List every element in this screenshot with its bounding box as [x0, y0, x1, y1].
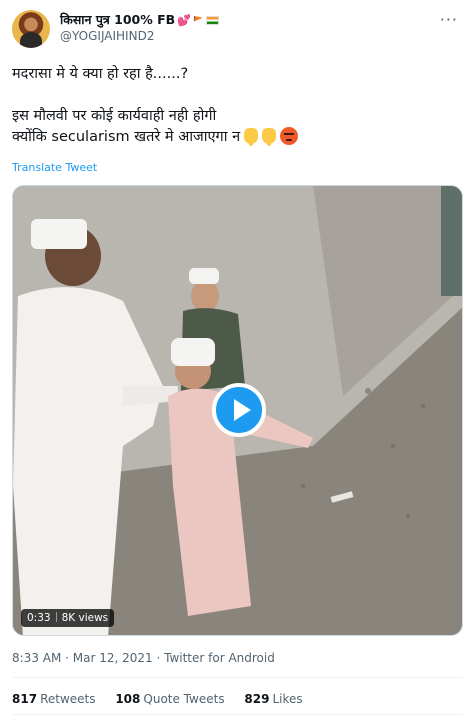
- heart-emoji-icon: 💕: [177, 14, 191, 27]
- retweets-count: 817: [12, 692, 38, 706]
- quote-tweets-stat[interactable]: 108 Quote Tweets: [115, 692, 224, 706]
- tweet-timestamp[interactable]: 8:33 AM · Mar 12, 2021 · Twitter for And…: [12, 651, 275, 665]
- more-dots-icon[interactable]: ···: [440, 10, 458, 29]
- play-icon[interactable]: [212, 383, 266, 437]
- likes-count: 829: [244, 692, 270, 706]
- video-meta: 0:33 8K views: [21, 609, 115, 627]
- tweet-text-line-content: क्योंकि secularism खतरे मे आजाएगा न: [12, 129, 241, 145]
- translate-tweet-link[interactable]: Translate Tweet: [12, 161, 97, 174]
- tweet-text-line: इस मौलवी पर कोई कार्यवाही नही होगी: [12, 108, 217, 124]
- quote-tweets-count: 108: [115, 692, 141, 706]
- likes-label: Likes: [272, 692, 303, 706]
- avatar[interactable]: [12, 10, 50, 48]
- pointing-down-emoji-icon: [244, 128, 259, 146]
- tweet-stats: 817 Retweets 108 Quote Tweets 829 Likes: [12, 692, 319, 706]
- video-player[interactable]: 0:33 8K views: [12, 185, 463, 636]
- quote-tweets-label: Quote Tweets: [143, 692, 225, 706]
- display-name[interactable]: किसान पुत्र 100% FB 💕: [60, 11, 219, 28]
- tweet-text-line: मदरासा मे ये क्या हो रहा है......?: [12, 66, 189, 82]
- divider: [12, 714, 463, 715]
- pouting-face-emoji-icon: [280, 127, 299, 145]
- video-duration: 0:33: [27, 612, 51, 624]
- likes-stat[interactable]: 829 Likes: [244, 692, 302, 706]
- divider: [12, 677, 463, 678]
- retweets-label: Retweets: [40, 692, 96, 706]
- india-flag-icon: [205, 16, 219, 25]
- tweet-header: किसान पुत्र 100% FB 💕 @YOGIJAIHIND2 ···: [12, 10, 462, 50]
- pointing-down-emoji-icon: [262, 128, 277, 146]
- video-views: 8K views: [61, 612, 109, 624]
- display-name-text: किसान पुत्र 100% FB: [60, 12, 176, 27]
- saffron-flag-icon: [193, 16, 203, 22]
- tweet-text-line: क्योंकि secularism खतरे मे आजाएगा न: [12, 127, 462, 148]
- user-handle[interactable]: @YOGIJAIHIND2: [60, 29, 154, 43]
- tweet-text: मदरासा मे ये क्या हो रहा है......? इस मौ…: [12, 64, 462, 148]
- retweets-stat[interactable]: 817 Retweets: [12, 692, 96, 706]
